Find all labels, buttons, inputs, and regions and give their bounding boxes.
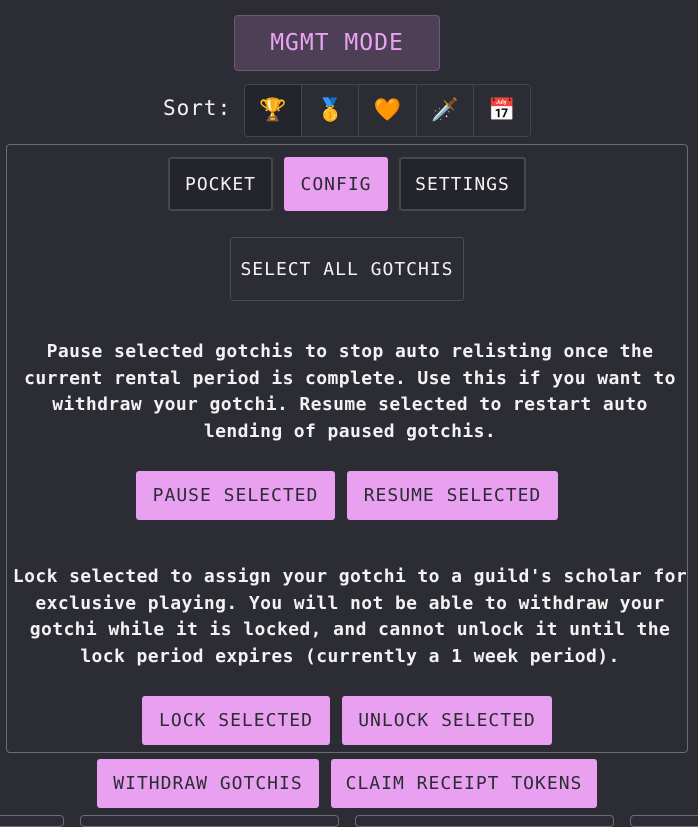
trophy-icon: 🏆 [259,98,287,123]
partial-card [0,815,64,827]
partial-card [80,815,339,827]
lock-description: Lock selected to assign your gotchi to a… [12,566,688,667]
select-all-gotchis-button[interactable]: SELECT ALL GOTCHIS [230,237,464,301]
tab-config[interactable]: CONFIG [284,157,388,211]
lock-selected-button[interactable]: LOCK SELECTED [142,696,330,745]
calendar-icon: 📅 [488,98,516,123]
heart-icon: 🧡 [373,98,402,123]
sort-medal-button[interactable]: 🥇 [301,85,359,136]
tab-pocket[interactable]: POCKET [168,157,273,211]
sort-label: Sort: [163,96,232,120]
sort-dagger-button[interactable]: 🗡️ [415,85,473,136]
sort-heart-button[interactable]: 🧡 [358,85,416,136]
partial-card [355,815,614,827]
sort-trophy-button[interactable]: 🏆 [245,85,302,136]
pause-selected-button[interactable]: PAUSE SELECTED [136,471,335,520]
tab-settings[interactable]: SETTINGS [399,157,526,211]
claim-receipt-tokens-button[interactable]: CLAIM RECEIPT TOKENS [331,759,597,808]
dagger-icon: 🗡️ [431,98,459,123]
medal-icon: 🥇 [316,98,344,123]
withdraw-gotchis-button[interactable]: WITHDRAW GOTCHIS [97,759,319,808]
unlock-selected-button[interactable]: UNLOCK SELECTED [342,696,552,745]
mgmt-mode-button[interactable]: MGMT MODE [234,15,440,71]
resume-selected-button[interactable]: RESUME SELECTED [347,471,558,520]
sort-options: 🏆 🥇 🧡 🗡️ 📅 [244,84,531,137]
partial-card [630,815,698,827]
sort-calendar-button[interactable]: 📅 [472,85,530,136]
pause-description: Pause selected gotchis to stop auto reli… [24,341,676,442]
